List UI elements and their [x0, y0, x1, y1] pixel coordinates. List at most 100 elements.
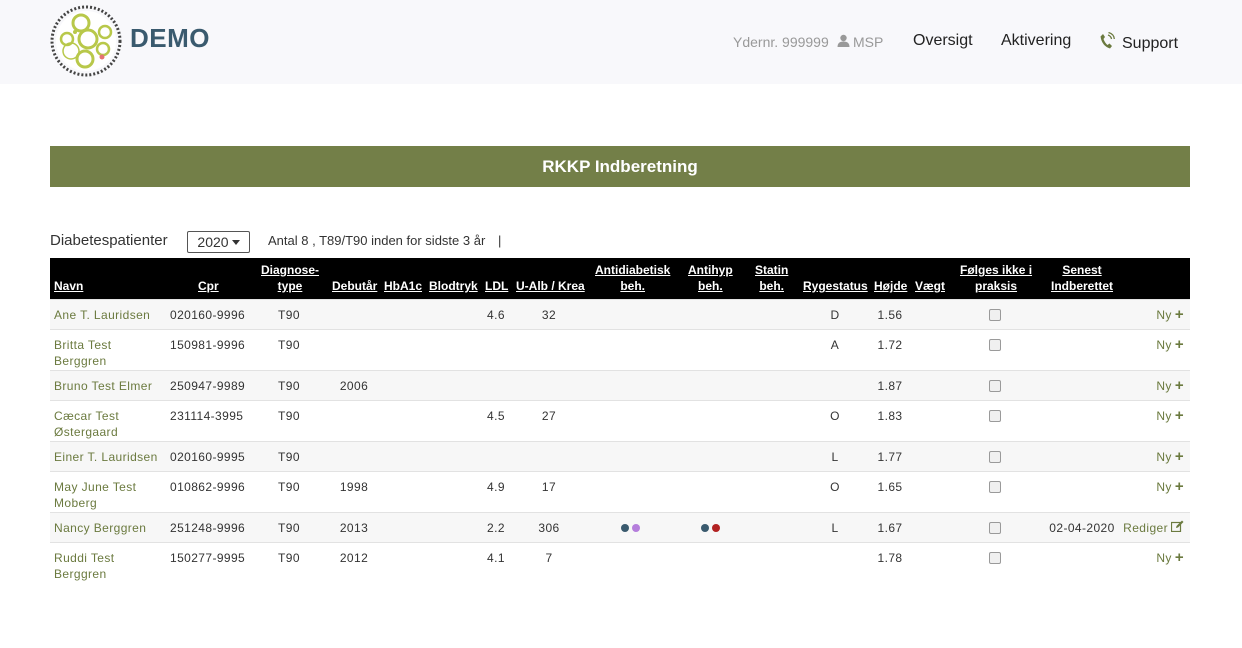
col-blodtryk[interactable]: Blodtryk	[429, 278, 478, 294]
col-rygestatus[interactable]: Rygestatus	[803, 278, 868, 294]
action-label: Ny	[1156, 480, 1172, 494]
foelges-ikke-checkbox[interactable]	[989, 451, 1001, 463]
diagnose-cell: T90	[278, 551, 300, 565]
col-hoejde[interactable]: Højde	[874, 278, 907, 294]
patient-name-line1: Nancy Berggren	[54, 521, 147, 535]
col-antidiabetisk-line1: Antidiabetisk	[595, 263, 671, 277]
col-antihyp-line1: Antihyp	[688, 263, 733, 277]
rygestatus-cell: D	[830, 308, 840, 322]
rediger-link[interactable]: Rediger	[1123, 520, 1184, 536]
foelges-ikke-checkbox[interactable]	[989, 522, 1001, 534]
status-dot-icon	[632, 524, 640, 532]
rygestatus-cell: O	[830, 480, 840, 494]
nav-aktivering[interactable]: Aktivering	[1001, 32, 1071, 50]
col-ldl[interactable]: LDL	[485, 278, 508, 294]
action-label: Ny	[1156, 551, 1172, 565]
col-statin-line2: beh.	[759, 279, 784, 293]
patient-name-line2: Berggren	[54, 567, 107, 581]
col-navn[interactable]: Navn	[54, 278, 83, 294]
plus-icon: +	[1174, 336, 1184, 353]
ny-link[interactable]: Ny +	[1156, 550, 1184, 566]
nav-support[interactable]: Support	[1099, 31, 1179, 55]
ny-link[interactable]: Ny +	[1156, 479, 1184, 495]
patient-name-link[interactable]: Britta Test Berggren	[54, 337, 164, 369]
ny-link[interactable]: Ny +	[1156, 378, 1184, 394]
patient-name-link[interactable]: Cæcar Test Østergaard	[54, 408, 164, 440]
table-row: Cæcar Test Østergaard 231114-3995 T90 4.5 27 O…	[50, 400, 1190, 441]
patient-name-link[interactable]: May June Test Moberg	[54, 479, 164, 511]
patient-name-line1: Bruno Test Elmer	[54, 379, 153, 393]
col-antidiabetisk-line2: beh.	[620, 279, 646, 293]
year-value: 2020	[197, 234, 229, 250]
ny-link[interactable]: Ny +	[1156, 449, 1184, 465]
rygestatus-cell: A	[830, 338, 840, 352]
nav-support-label: Support	[1122, 34, 1179, 52]
foelges-ikke-checkbox[interactable]	[989, 410, 1001, 422]
cpr-cell: 231114-3995	[170, 409, 244, 423]
col-statin[interactable]: Statin beh.	[755, 262, 788, 294]
col-diagnosetype[interactable]: Diagnose- type	[261, 262, 319, 294]
ny-link[interactable]: Ny +	[1156, 408, 1184, 424]
col-debutaar[interactable]: Debutår	[332, 278, 377, 294]
patient-name-link[interactable]: Nancy Berggren	[54, 520, 164, 536]
col-senest-line1: Senest	[1062, 263, 1102, 277]
col-hba1c[interactable]: HbA1c	[384, 278, 422, 294]
patient-name-link[interactable]: Einer T. Lauridsen	[54, 449, 164, 465]
ny-link[interactable]: Ny +	[1156, 337, 1184, 353]
foelges-ikke-checkbox[interactable]	[989, 380, 1001, 392]
status-dot-icon	[712, 524, 720, 532]
col-cpr[interactable]: Cpr	[198, 278, 219, 294]
action-label: Ny	[1156, 338, 1172, 352]
plus-icon: +	[1174, 306, 1184, 323]
hoejde-cell: 1.87	[877, 379, 903, 393]
cpr-cell: 150981-9996	[170, 338, 246, 352]
ualb-cell: 32	[541, 308, 557, 322]
debut-cell: 2013	[339, 521, 369, 535]
hoejde-cell: 1.65	[877, 480, 903, 494]
senest-cell: 02-04-2020	[1049, 521, 1115, 535]
top-navbar: DEMO Ydernr. 999999 MSP Oversigt Aktiver…	[0, 0, 1242, 84]
plus-icon: +	[1174, 407, 1184, 424]
user-menu[interactable]: MSP	[837, 34, 883, 50]
year-dropdown[interactable]: 2020	[187, 231, 250, 253]
diagnose-cell: T90	[278, 338, 300, 352]
foelges-ikke-checkbox[interactable]	[989, 309, 1001, 321]
ualb-cell: 306	[538, 521, 560, 535]
patient-name-link[interactable]: Ruddi Test Berggren	[54, 550, 164, 582]
diagnose-cell: T90	[278, 480, 300, 494]
ldl-cell: 2.2	[487, 521, 505, 535]
col-antidiabetisk[interactable]: Antidiabetisk beh.	[595, 262, 670, 294]
col-diagnosetype-line2: type	[277, 279, 303, 293]
patient-name-link[interactable]: Bruno Test Elmer	[54, 378, 164, 394]
ualb-cell: 7	[545, 551, 553, 565]
ldl-cell: 4.1	[487, 551, 505, 565]
foelges-ikke-checkbox[interactable]	[989, 552, 1001, 564]
patient-name-line1: Einer T. Lauridsen	[54, 450, 158, 464]
ualb-cell: 17	[541, 480, 557, 494]
col-antihyp[interactable]: Antihyp beh.	[688, 262, 733, 294]
col-senest-indberettet[interactable]: Senest Indberettet	[1051, 262, 1113, 294]
patient-name-link[interactable]: Ane T. Lauridsen	[54, 307, 164, 323]
col-ualb[interactable]: U-Alb / Krea	[516, 278, 585, 294]
rygestatus-cell: O	[830, 409, 840, 423]
hoejde-cell: 1.72	[877, 338, 903, 352]
hoejde-cell: 1.77	[877, 450, 903, 464]
col-foelges-ikke[interactable]: Følges ikke i praksis	[960, 262, 1032, 294]
ldl-cell: 4.5	[487, 409, 505, 423]
col-senest-line2: Indberettet	[1051, 279, 1114, 293]
nav-oversigt[interactable]: Oversigt	[913, 32, 973, 50]
table-row: Nancy Berggren 251248-9996 T90 2013 2.2 306 L 1…	[50, 512, 1190, 542]
foelges-ikke-checkbox[interactable]	[989, 481, 1001, 493]
page-title-banner: RKKP Indberetning	[50, 146, 1190, 187]
ny-link[interactable]: Ny +	[1156, 307, 1184, 323]
cpr-cell: 020160-9996	[170, 308, 246, 322]
foelges-ikke-checkbox[interactable]	[989, 339, 1001, 351]
logo-icon[interactable]	[50, 5, 122, 77]
action-label: Ny	[1156, 308, 1172, 322]
action-label: Ny	[1156, 379, 1172, 393]
user-initials: MSP	[853, 34, 884, 50]
table-row: Ruddi Test Berggren 150277-9995 T90 2012 4.1 7…	[50, 542, 1190, 583]
patient-name-line2: Moberg	[54, 496, 98, 510]
col-vaegt[interactable]: Vægt	[915, 278, 945, 294]
cpr-cell: 150277-9995	[170, 551, 246, 565]
